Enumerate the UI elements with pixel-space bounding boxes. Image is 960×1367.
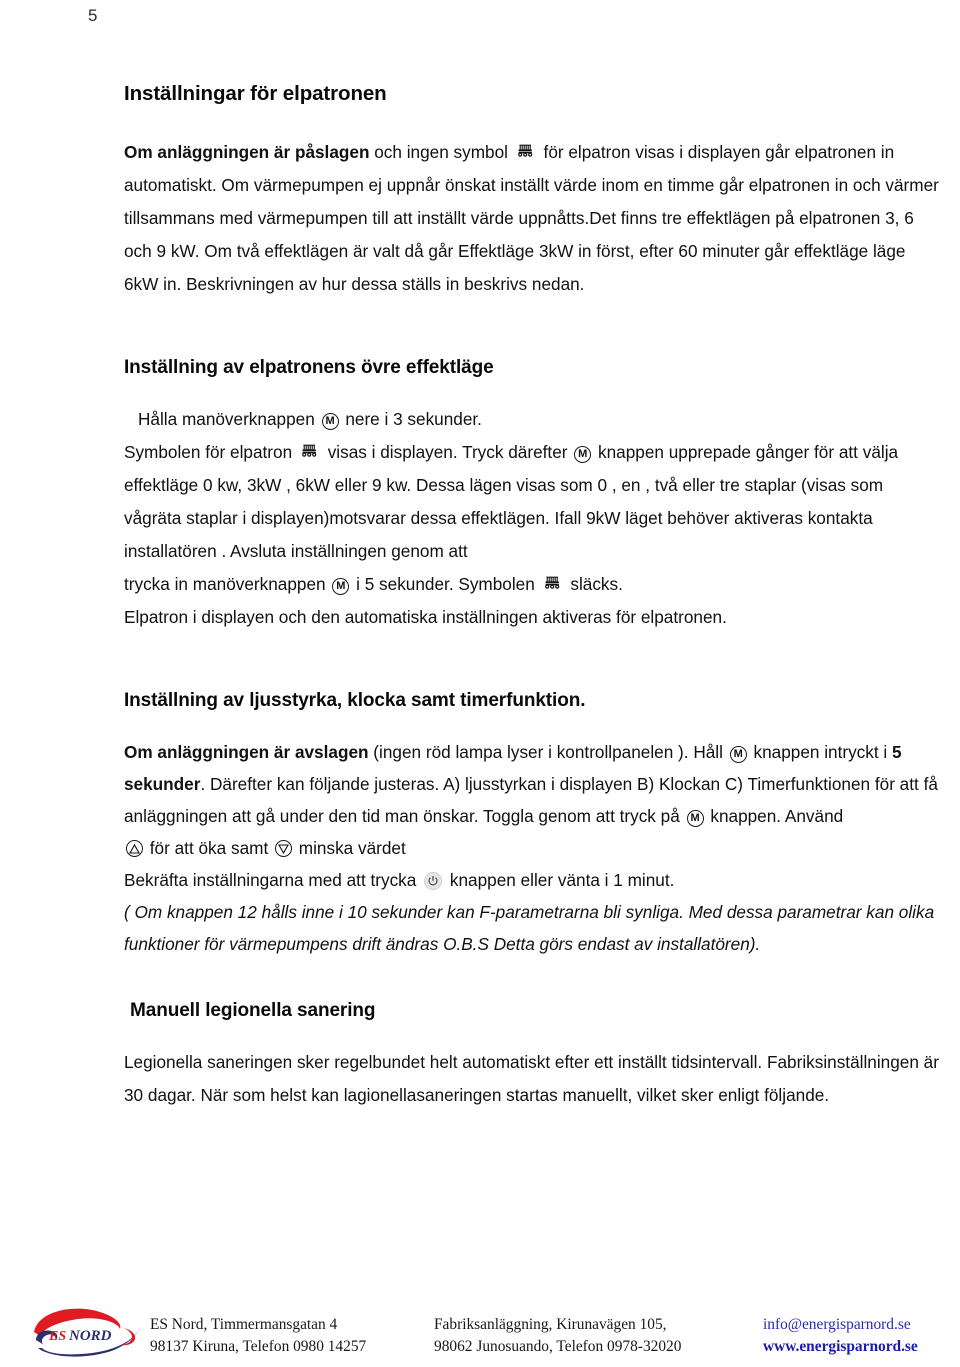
intro-bold-lead: Om anläggningen är påslagen xyxy=(124,142,370,162)
upper-line1-a: Hålla manöverknappen xyxy=(138,409,320,429)
upper-line3-b: i 5 sekunder. Symbolen xyxy=(351,574,540,594)
paragraph-legionella: Legionella saneringen sker regelbundet h… xyxy=(124,1052,939,1105)
paragraph-intro: Om anläggningen är påslagen och ingen sy… xyxy=(124,136,940,301)
footer-email[interactable]: info@energisparnord.se xyxy=(763,1314,918,1336)
paragraph-arrows: för att öka samt minska värdet xyxy=(124,832,940,864)
section-heading-legionella: Manuell legionella sanering xyxy=(130,1000,376,1021)
brightness-text-2: knappen intryckt i xyxy=(748,742,893,762)
document-page: 5 Inställningar för elpatronen Om anlägg… xyxy=(0,0,960,1367)
section-heading-ljusstyrka: Inställning av ljusstyrka, klocka samt t… xyxy=(124,690,586,711)
paragraph-brightness-main: Om anläggningen är avslagen (ingen röd l… xyxy=(124,736,940,832)
footer-factory-column: Fabriksanläggning, Kirunavägen 105, 9806… xyxy=(434,1314,681,1358)
mode-m-button-icon: M xyxy=(332,578,350,595)
mode-m-button-icon: M xyxy=(321,413,339,430)
arrows-text-a: för att öka samt xyxy=(145,838,273,858)
es-nord-logo: ES NORD xyxy=(28,1302,146,1362)
decrease-arrow-icon xyxy=(275,840,292,857)
page-number: 5 xyxy=(88,6,98,25)
mode-m-button-icon: M xyxy=(729,746,747,763)
upper-line2-b: visas i displayen. Tryck därefter xyxy=(322,442,573,462)
increase-arrow-icon xyxy=(126,840,143,857)
paragraph-confirm: Bekräfta inställningarna med att trycka … xyxy=(124,864,940,896)
upper-line3-c: släcks. xyxy=(565,574,623,594)
heating-element-icon xyxy=(516,143,536,160)
logo-text-nord: NORD xyxy=(68,1328,112,1344)
section-heading-installningar: Inställningar för elpatronen xyxy=(124,82,387,105)
logo-text-es: ES xyxy=(48,1329,66,1344)
footer-col1-line2: 98137 Kiruna, Telefon 0980 14257 xyxy=(150,1338,367,1355)
page-footer: ES NORD ES Nord, Timmermansgatan 4 98137… xyxy=(0,1294,960,1367)
heating-element-icon xyxy=(543,575,563,592)
confirm-text-a: Bekräfta inställningarna med att trycka xyxy=(124,870,422,890)
mode-m-button-icon: M xyxy=(686,810,704,827)
document-content: Inställningar för elpatronen Om anläggni… xyxy=(124,82,940,1112)
brightness-text-4: knappen. Använd xyxy=(705,806,844,826)
footer-col2-line2: 98062 Junosuando, Telefon 0978-32020 xyxy=(434,1338,682,1355)
footer-address-column: ES Nord, Timmermansgatan 4 98137 Kiruna,… xyxy=(150,1314,366,1358)
heating-element-icon xyxy=(300,443,320,460)
paragraph-upper-line1: Hålla manöverknappen M nere i 3 sekunder… xyxy=(124,403,940,436)
paragraph-upper-line2: Symbolen för elpatron visas i displayen.… xyxy=(124,436,940,568)
brightness-bold-lead: Om anläggningen är avslagen xyxy=(124,742,369,762)
paragraph-upper-line4: Elpatron i displayen och den automatiska… xyxy=(124,607,727,627)
footer-col2-line1: Fabriksanläggning, Kirunavägen 105, xyxy=(434,1316,667,1333)
intro-text-1: och ingen symbol xyxy=(369,142,513,162)
confirm-text-b: knappen eller vänta i 1 minut. xyxy=(445,870,675,890)
upper-line2-a: Symbolen för elpatron xyxy=(124,442,297,462)
brightness-text-1: (ingen röd lampa lyser i kontrollpanelen… xyxy=(368,742,728,762)
footer-contact-column: info@energisparnord.se www.energisparnor… xyxy=(763,1314,918,1358)
paragraph-italic-note: ( Om knappen 12 hålls inne i 10 sekunder… xyxy=(124,902,935,954)
footer-website[interactable]: www.energisparnord.se xyxy=(763,1336,918,1358)
upper-line1-b: nere i 3 sekunder. xyxy=(340,409,482,429)
intro-text-2: för elpatron visas i displayen går elpat… xyxy=(124,142,939,294)
upper-line3-a: trycka in manöverknappen xyxy=(124,574,331,594)
power-button-icon xyxy=(424,872,443,890)
mode-m-button-icon: M xyxy=(574,446,592,463)
section-heading-ovre-effektlage: Inställning av elpatronens övre effektlä… xyxy=(124,357,494,378)
paragraph-upper-line3: trycka in manöverknappen M i 5 sekunder.… xyxy=(124,568,940,601)
arrows-text-b: minska värdet xyxy=(294,838,406,858)
footer-col1-line1: ES Nord, Timmermansgatan 4 xyxy=(150,1316,338,1333)
